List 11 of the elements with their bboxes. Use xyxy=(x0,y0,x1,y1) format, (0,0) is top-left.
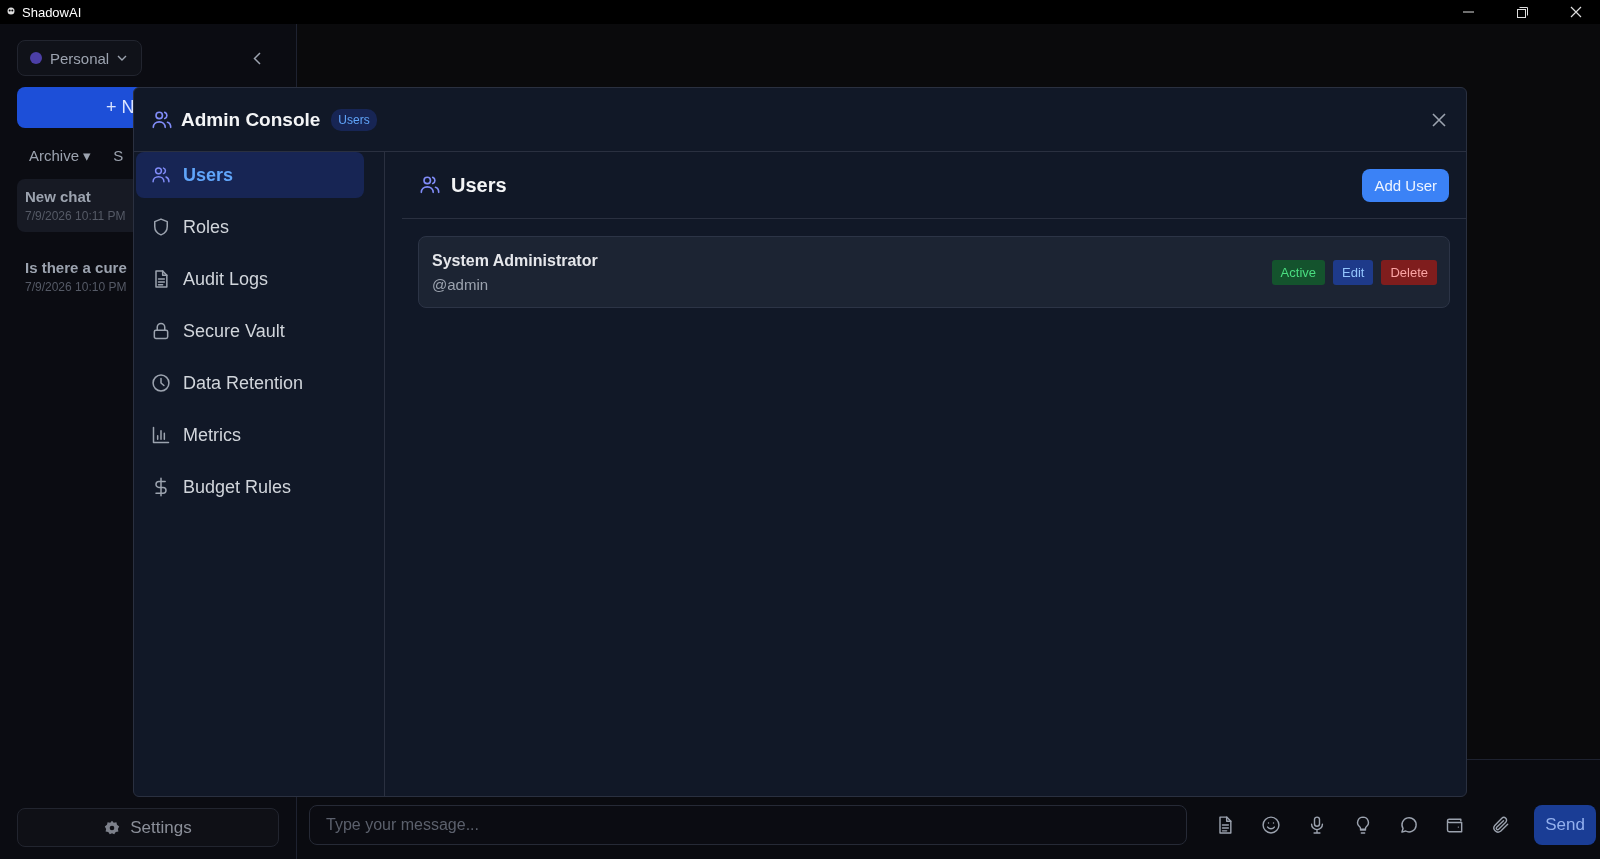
user-handle: @admin xyxy=(432,275,490,293)
chat-title: Is there a cure xyxy=(25,259,127,276)
status-badge: Active xyxy=(1271,259,1325,285)
section-badge: Users xyxy=(331,108,377,131)
dialog-title: Admin Console xyxy=(181,108,321,131)
section-title: Users xyxy=(451,173,507,197)
window-title: ShadowAI xyxy=(22,4,82,20)
chat-title: New chat xyxy=(25,188,91,205)
chat-time: 7/9/2026 10:11 PM xyxy=(25,209,126,223)
user-name: System Administrator xyxy=(432,251,598,270)
chat-time: 7/9/2026 10:10 PM xyxy=(25,280,127,294)
